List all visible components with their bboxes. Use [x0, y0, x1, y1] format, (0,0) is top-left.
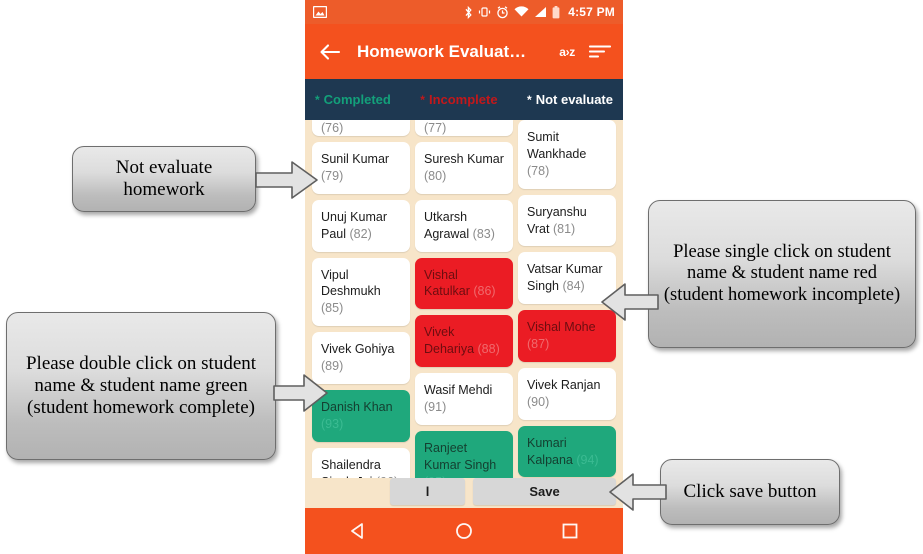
student-roll-number: (79): [321, 168, 344, 183]
student-roll-number: (77): [424, 121, 447, 135]
alarm-icon: [497, 5, 508, 18]
callout-single-click-red: Please single click on student name & st…: [648, 200, 916, 348]
save-bar: l Save: [305, 478, 623, 508]
student-roll-number: (81): [552, 221, 576, 236]
student-roll-number: (78): [527, 163, 550, 178]
legend-star-completed: *: [315, 93, 320, 107]
callout-double-click-green: Please double click on student name & st…: [6, 312, 276, 460]
status-left-icons: [313, 6, 327, 18]
student-cell[interactable]: (77): [415, 120, 513, 136]
status-right-icons: 4:57 PM: [464, 5, 615, 19]
student-roll-number: (90): [527, 394, 550, 409]
student-cell[interactable]: Sumit Wankhade (78): [518, 120, 616, 189]
recents-square-icon[interactable]: [560, 521, 580, 541]
arrow-click-save: [609, 473, 667, 511]
student-name: Vivek Ranjan: [527, 377, 601, 392]
student-cell[interactable]: Suryanshu Vrat (81): [518, 194, 616, 247]
status-legend: * Completed * Incomplete * Not evaluate: [305, 79, 623, 120]
back-arrow-icon[interactable]: [317, 39, 343, 65]
legend-incomplete: * Incomplete: [420, 92, 497, 107]
student-cell[interactable]: Kumari Kalpana (94): [518, 425, 616, 478]
student-roll-number: (86): [473, 284, 496, 299]
sort-lines-icon[interactable]: [589, 44, 611, 60]
student-name: Vivek Dehariya: [424, 325, 475, 357]
student-name: Vivek Gohiya: [321, 342, 395, 357]
bluetooth-icon: [465, 5, 472, 19]
student-name: Vipul Deshmukh: [321, 267, 381, 299]
save-button[interactable]: Save: [473, 478, 616, 505]
student-name: Danish Khan: [321, 399, 393, 414]
student-roll-number: (87): [527, 337, 550, 351]
legend-label-incomplete: Incomplete: [428, 92, 498, 107]
student-roll-number: (94): [576, 452, 599, 467]
legend-completed: * Completed: [315, 92, 391, 107]
student-roll-number: (88): [477, 342, 500, 357]
student-cell[interactable]: (76): [312, 120, 410, 136]
student-name: Wasif Mehdi: [424, 383, 493, 397]
student-roll-number: (82): [349, 226, 372, 241]
student-name: Utkarsh Agrawal: [424, 209, 470, 241]
android-nav-bar: [305, 508, 623, 554]
student-cell[interactable]: Vivek Ranjan (90): [518, 367, 616, 420]
student-roll-number: (89): [321, 359, 344, 373]
student-roll-number: (76): [321, 121, 344, 135]
student-name: Kumari Kalpana: [527, 435, 573, 467]
legend-not-evaluate: * Not evaluate: [527, 92, 613, 107]
student-roll-number: (85): [321, 301, 344, 316]
student-cell[interactable]: Unuj Kumar Paul (82): [312, 199, 410, 252]
status-clock: 4:57 PM: [568, 5, 615, 19]
student-name: Vishal Mohe: [527, 320, 596, 335]
arrow-single-click-red: [601, 283, 659, 321]
partial-button[interactable]: l: [390, 478, 465, 505]
legend-label-not-evaluate: Not evaluate: [535, 92, 613, 107]
student-roll-number: (83): [472, 226, 495, 241]
wifi-icon: [514, 6, 529, 17]
arrow-double-click-green: [273, 374, 328, 412]
battery-icon: [552, 5, 560, 18]
callout-not-evaluate: Not evaluate homework: [72, 146, 256, 212]
signal-icon: [535, 7, 547, 17]
student-roll-number: (84): [562, 279, 585, 294]
student-name: Suresh Kumar: [424, 152, 504, 166]
student-cell[interactable]: Vivek Dehariya (88): [415, 315, 513, 367]
legend-star-not-evaluate: *: [527, 93, 532, 107]
student-cell[interactable]: Sunil Kumar (79): [312, 142, 410, 194]
student-cell[interactable]: Wasif Mehdi (91): [415, 373, 513, 425]
app-bar: Homework Evaluat… a›z: [305, 24, 623, 79]
student-roll-number: (93): [321, 416, 344, 431]
student-column-2: (77) Suresh Kumar (80) Utkarsh Agrawal (83…: [415, 120, 513, 505]
image-icon: [313, 6, 327, 18]
student-roll-number: (80): [424, 168, 447, 183]
legend-star-incomplete: *: [420, 93, 425, 107]
back-triangle-icon[interactable]: [348, 521, 368, 541]
student-name: Sumit Wankhade: [527, 130, 587, 161]
phone-screenshot: 4:57 PM Homework Evaluat… a›z * Complete…: [305, 0, 623, 554]
student-cell[interactable]: Suresh Kumar (80): [415, 142, 513, 194]
vibrate-icon: [479, 7, 491, 17]
student-name: Vishal Katulkar: [424, 267, 470, 299]
student-name: Ranjeet Kumar Singh: [424, 440, 497, 472]
student-name: Sunil Kumar: [321, 152, 390, 166]
student-roll-number: (91): [424, 399, 447, 414]
student-grid: (76) Sunil Kumar (79) Unuj Kumar Paul (82)…: [305, 120, 623, 541]
app-bar-actions: a›z: [559, 44, 611, 60]
android-status-bar: 4:57 PM: [305, 0, 623, 24]
legend-label-completed: Completed: [323, 92, 391, 107]
callout-click-save: Click save button: [660, 459, 840, 525]
student-cell[interactable]: Utkarsh Agrawal (83): [415, 199, 513, 252]
arrow-not-evaluate: [255, 161, 318, 199]
page-title: Homework Evaluat…: [357, 41, 527, 61]
sort-az-icon[interactable]: a›z: [559, 45, 575, 59]
student-cell[interactable]: Vipul Deshmukh (85): [312, 257, 410, 327]
home-circle-icon[interactable]: [454, 521, 474, 541]
student-cell[interactable]: Vishal Katulkar (86): [415, 257, 513, 310]
